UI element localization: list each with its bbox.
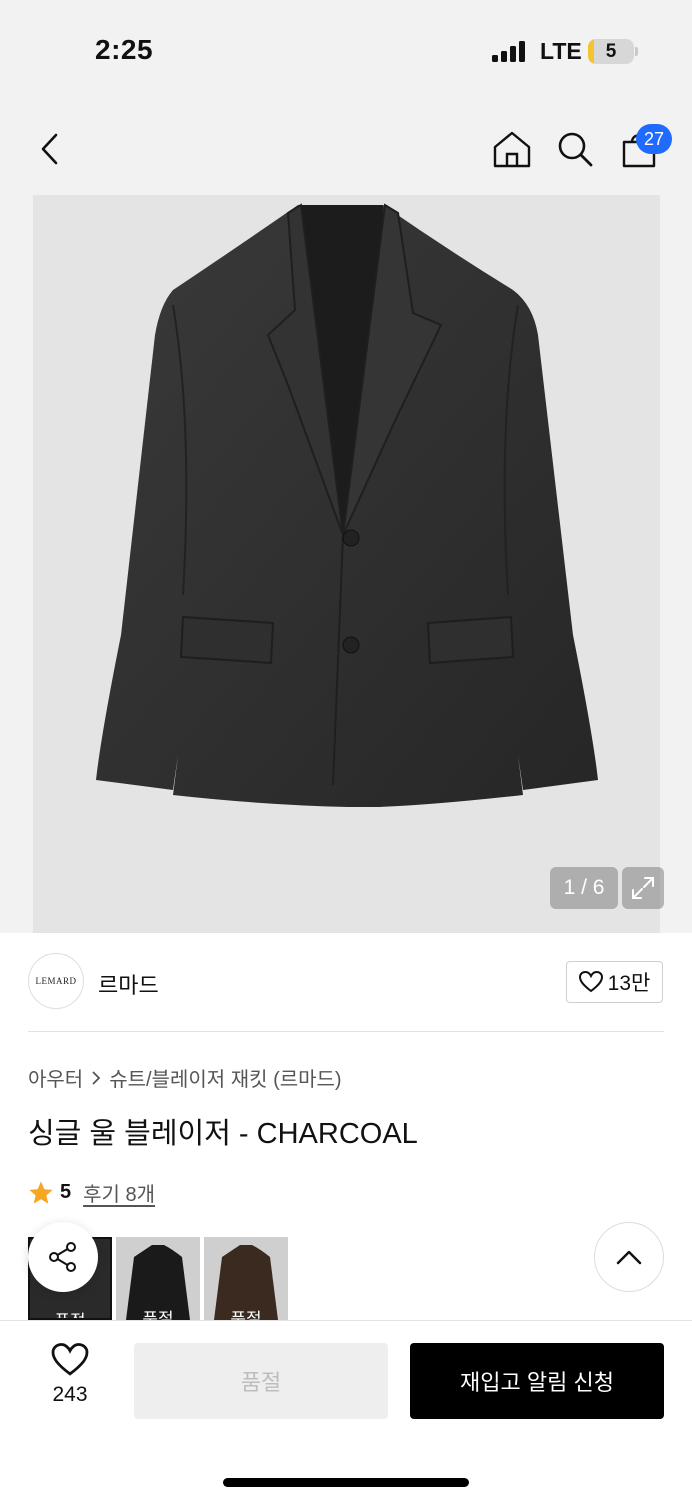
signal-icon <box>492 40 528 62</box>
variant-label: 품절 <box>230 1310 262 1320</box>
status-bar: 2:25 LTE 5 <box>0 0 692 100</box>
divider <box>28 1031 664 1032</box>
variant-label: 품절 <box>142 1310 174 1320</box>
battery-level: 5 <box>605 41 617 62</box>
breadcrumb-subcategory[interactable]: 슈트/블레이저 재킷 (르마드) <box>109 1063 341 1092</box>
variant-thumbnail[interactable]: 품절 <box>204 1237 288 1320</box>
rating-row: 5 후기 8개 <box>28 1178 155 1207</box>
battery-icon: 5 <box>588 39 634 64</box>
search-button[interactable] <box>550 124 600 174</box>
home-icon <box>493 131 531 168</box>
product-image[interactable] <box>33 195 660 933</box>
home-indicator <box>223 1478 469 1487</box>
brand-row[interactable]: LEMARD 르마드 13만 <box>0 933 692 1031</box>
cart-count-badge: 27 <box>636 124 672 154</box>
image-counter: 1 / 6 <box>550 867 618 909</box>
variant-thumbnail[interactable]: 품절 <box>116 1237 200 1320</box>
reviews-link[interactable]: 후기 8개 <box>83 1178 155 1207</box>
nav-bar <box>0 100 692 195</box>
chevron-up-icon <box>616 1250 642 1265</box>
brand-logo[interactable]: LEMARD <box>28 953 84 1009</box>
back-icon <box>41 133 58 165</box>
brand-like-count: 13만 <box>607 972 651 995</box>
product-gallery[interactable]: 1 / 6 <box>0 195 692 933</box>
back-button[interactable] <box>25 124 75 174</box>
expand-button[interactable] <box>622 867 664 909</box>
bottom-action-bar: 243 품절 재입고 알림 신청 <box>0 1320 692 1500</box>
network-type: LTE <box>540 38 582 64</box>
home-button[interactable] <box>487 124 537 174</box>
restock-alert-button[interactable]: 재입고 알림 신청 <box>410 1343 664 1419</box>
star-icon <box>29 1181 53 1204</box>
rating-score: 5 <box>60 1181 72 1203</box>
wishlist-count: 243 <box>52 1383 88 1406</box>
breadcrumb-category[interactable]: 아우터 <box>28 1063 83 1092</box>
scroll-top-button[interactable] <box>594 1222 664 1292</box>
blazer-illustration <box>96 203 598 807</box>
variant-label: 품절 <box>30 1307 110 1318</box>
share-button[interactable] <box>28 1222 98 1292</box>
brand-name[interactable]: 르마드 <box>98 968 159 1000</box>
product-title: 싱글 울 블레이저 - CHARCOAL <box>28 1118 418 1150</box>
chevron-right-icon <box>92 1070 101 1085</box>
expand-icon <box>632 877 654 899</box>
heart-icon <box>51 1343 89 1376</box>
wishlist-button[interactable]: 243 <box>30 1343 110 1423</box>
status-time: 2:25 <box>95 34 154 65</box>
soldout-button[interactable]: 품절 <box>134 1343 388 1419</box>
brand-like-button[interactable]: 13만 <box>566 961 663 1003</box>
share-icon <box>49 1242 76 1272</box>
heart-icon <box>578 971 603 993</box>
battery-tip <box>635 47 638 56</box>
breadcrumb: 아우터 슈트/블레이저 재킷 (르마드) <box>28 1063 342 1092</box>
search-icon <box>558 132 593 167</box>
